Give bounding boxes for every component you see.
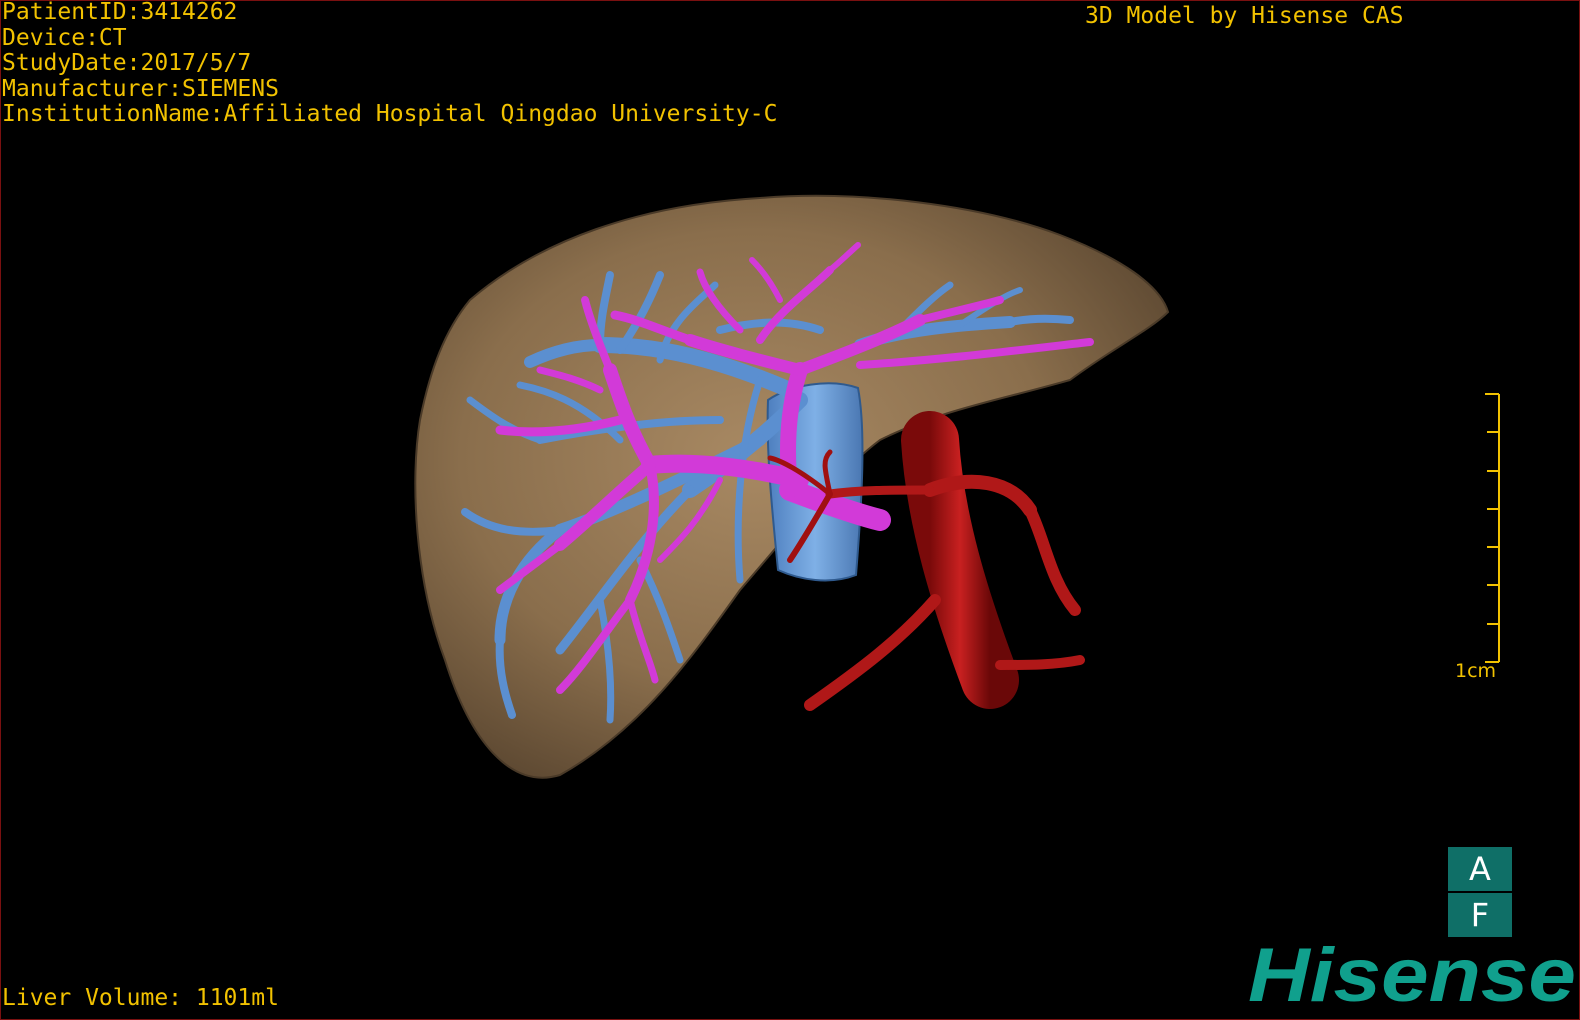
- manufacturer: Manufacturer:SIEMENS: [2, 75, 279, 102]
- patient-id: PatientID:3414262: [2, 0, 238, 25]
- orientation-top-label[interactable]: A: [1448, 847, 1512, 891]
- orientation-bottom-label[interactable]: F: [1448, 893, 1512, 937]
- liver-volume: Liver Volume: 1101ml: [2, 985, 279, 1011]
- study-date: StudyDate:2017/5/7: [2, 50, 252, 76]
- 3d-viewport[interactable]: [0, 0, 1580, 1020]
- hisense-logo-text: Hisense: [1248, 937, 1576, 1013]
- institution-name: InstitutionName:Affiliated Hospital Qing…: [2, 101, 778, 127]
- dicom-info-overlay: PatientID:3414262 Device:CT StudyDate:2017…: [2, 0, 777, 128]
- hisense-logo: Hisense: [1248, 937, 1576, 1013]
- scale-label: 1cm: [1455, 660, 1497, 682]
- model-credit: 3D Model by Hisense CAS: [1085, 3, 1404, 29]
- scale-ruler: [1485, 393, 1500, 663]
- device: Device:CT: [2, 24, 127, 51]
